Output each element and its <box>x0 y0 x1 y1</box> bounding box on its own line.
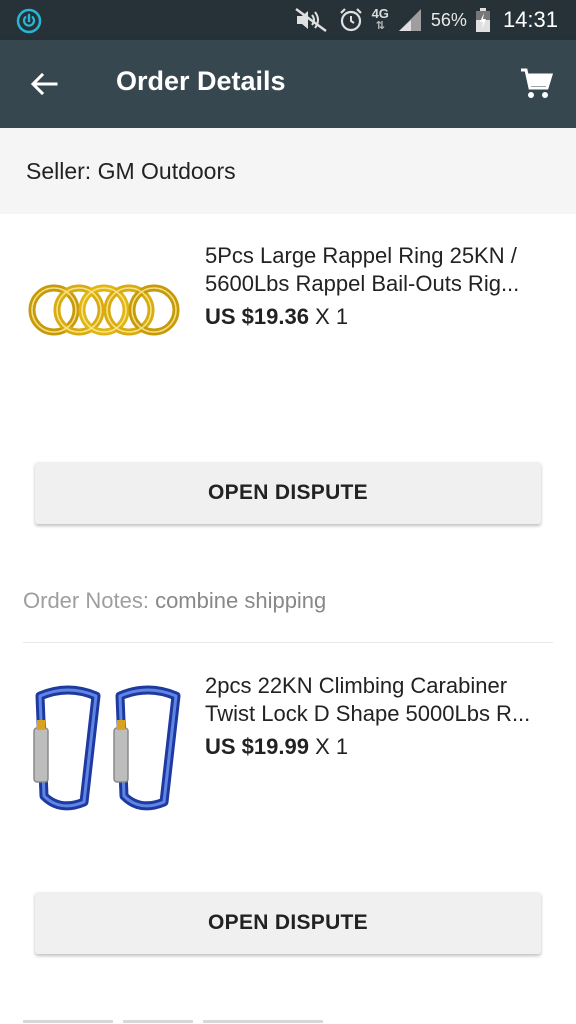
next-row-cutoff <box>23 1012 553 1024</box>
power-icon <box>16 8 42 34</box>
signal-icon <box>398 9 421 31</box>
item-title: 2pcs 22KN Climbing Carabiner Twist Lock … <box>205 673 531 726</box>
open-dispute-button[interactable]: OPEN DISPUTE <box>35 892 541 954</box>
order-item[interactable]: 5Pcs Large Rappel Ring 25KN / 5600Lbs Ra… <box>0 214 576 544</box>
item-title: 5Pcs Large Rappel Ring 25KN / 5600Lbs Ra… <box>205 243 520 296</box>
cart-button[interactable] <box>514 62 558 106</box>
seller-header: Seller: GM Outdoors <box>0 128 576 214</box>
back-arrow-icon <box>30 72 58 96</box>
order-item[interactable]: 2pcs 22KN Climbing Carabiner Twist Lock … <box>0 644 576 974</box>
divider <box>23 642 553 643</box>
app-toolbar: Order Details <box>0 40 576 128</box>
status-bar: 4G ⇅ 56% 14:31 <box>0 0 576 40</box>
item-price: US $19.36 X 1 <box>205 304 349 329</box>
battery-icon <box>475 8 490 32</box>
back-button[interactable] <box>20 62 68 106</box>
mute-icon <box>294 8 327 32</box>
order-notes: Order Notes: combine shipping <box>23 588 327 613</box>
open-dispute-button[interactable]: OPEN DISPUTE <box>35 462 541 524</box>
cart-icon <box>521 68 553 98</box>
product-image-rappel-rings <box>28 284 180 336</box>
item-price: US $19.99 X 1 <box>205 734 349 759</box>
seller-name: Seller: GM Outdoors <box>26 158 236 184</box>
page-title: Order Details <box>116 66 286 96</box>
battery-percent: 56% <box>430 9 467 30</box>
product-image-carabiners <box>33 685 181 811</box>
alarm-icon <box>339 8 362 32</box>
network-indicator: 4G ⇅ <box>371 6 389 32</box>
clock: 14:31 <box>502 7 558 32</box>
